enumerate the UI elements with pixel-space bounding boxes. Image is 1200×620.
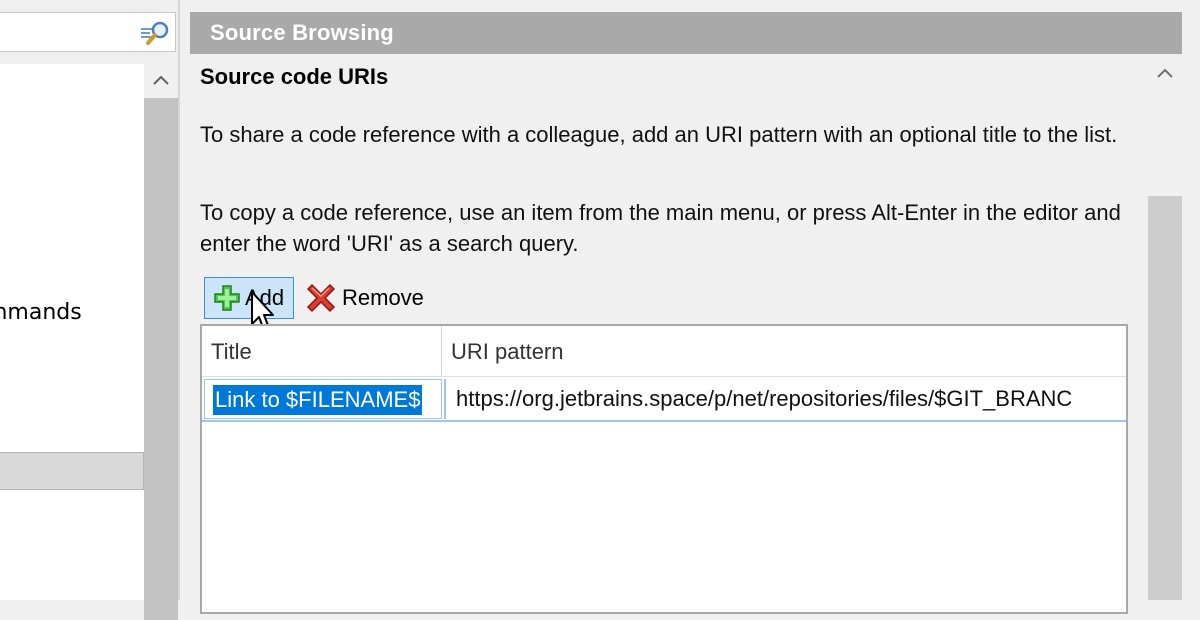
chevron-up-icon — [153, 75, 169, 85]
description-text: To share a code reference with a colleag… — [200, 122, 1118, 147]
column-header-uri-pattern[interactable]: URI pattern — [442, 326, 1126, 376]
column-header-title[interactable]: Title — [202, 326, 442, 376]
add-button[interactable]: Add — [204, 277, 294, 319]
search-icon[interactable] — [139, 19, 171, 47]
scroll-up-button[interactable] — [144, 64, 178, 98]
settings-tree[interactable]: e mmands n s — [0, 64, 144, 600]
remove-button[interactable]: Remove — [302, 277, 426, 319]
settings-tree-pane: e mmands n s — [0, 0, 180, 620]
tree-item[interactable]: mmands — [0, 300, 82, 325]
table-cell-uri-pattern[interactable]: https://org.jetbrains.space/p/net/reposi… — [444, 379, 1126, 419]
uri-patterns-table[interactable]: Title URI pattern Link to $FILENAME$ htt… — [200, 324, 1128, 614]
tree-scrollbar[interactable] — [144, 64, 178, 620]
scrollbar-thumb[interactable] — [1148, 196, 1182, 600]
tree-item-selected[interactable] — [0, 452, 144, 490]
cell-text: https://org.jetbrains.space/p/net/reposi… — [456, 386, 1073, 411]
description-text: To copy a code reference, use an item fr… — [200, 200, 1121, 256]
section-title: Source code URIs — [200, 64, 389, 89]
table-cell-title[interactable]: Link to $FILENAME$ — [204, 379, 442, 419]
remove-button-label: Remove — [342, 285, 424, 310]
scrollbar-thumb[interactable] — [144, 98, 178, 620]
page-header: Source Browsing — [190, 12, 1182, 54]
page-title: Source Browsing — [210, 20, 394, 45]
cell-edit-text[interactable]: Link to $FILENAME$ — [213, 385, 423, 415]
x-icon — [306, 283, 336, 313]
plus-icon — [214, 285, 240, 311]
chevron-up-icon[interactable] — [1152, 62, 1178, 86]
search-field[interactable] — [0, 12, 176, 52]
table-row[interactable]: Link to $FILENAME$ https://org.jetbrains… — [202, 376, 1126, 422]
pane-divider[interactable] — [178, 0, 180, 600]
